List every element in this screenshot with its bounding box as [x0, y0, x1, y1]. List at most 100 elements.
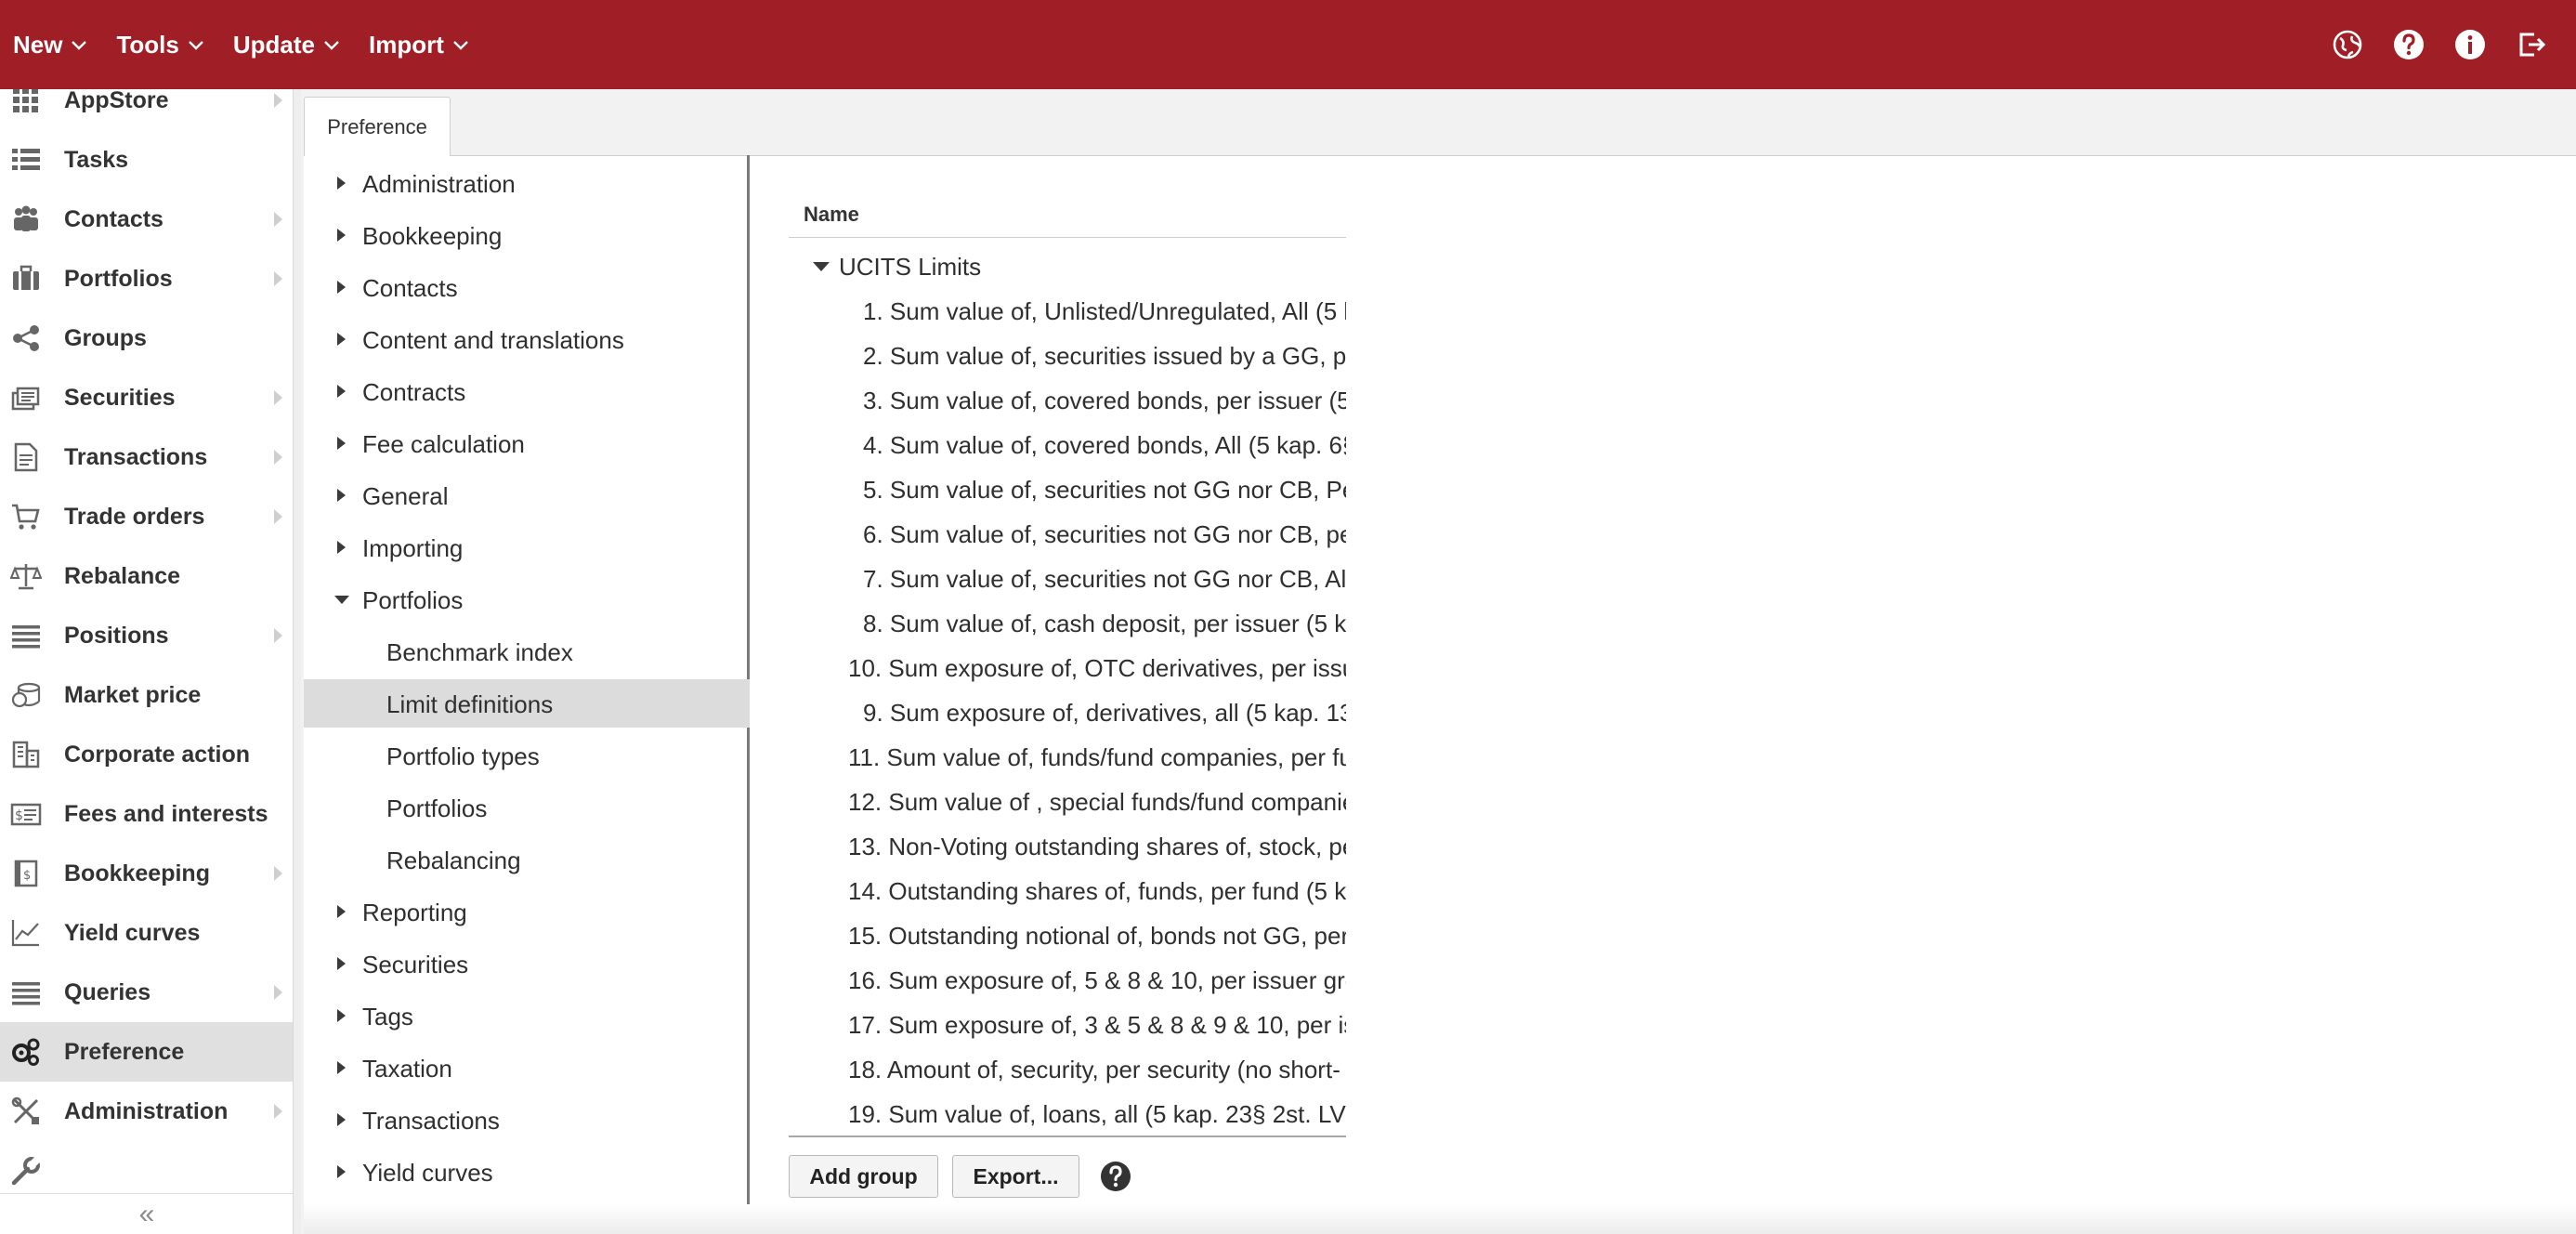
limit-row[interactable]: 7. Sum value of, securities not GG nor C…: [789, 556, 1346, 600]
sidebar-item-fees-and-interests[interactable]: $ Fees and interests: [0, 784, 293, 844]
caret-right-icon[interactable]: [337, 437, 346, 450]
limit-row[interactable]: 5. Sum value of, securities not GG nor C…: [789, 466, 1346, 511]
caret-right-icon[interactable]: [337, 333, 346, 346]
sidebar-scrollbar[interactable]: [294, 89, 301, 1234]
caret-right-icon[interactable]: [337, 905, 346, 918]
limit-row[interactable]: 10. Sum exposure of, OTC derivatives, pe…: [789, 645, 1346, 689]
tree-node-content-and-translations[interactable]: Content and translations: [304, 315, 750, 363]
document-icon: [9, 440, 43, 474]
sidebar-item-label: Securities: [64, 384, 176, 411]
group-ucits-limits[interactable]: UCITS Limits: [789, 243, 1346, 288]
tree-node-contracts[interactable]: Contracts: [304, 367, 750, 415]
limit-row[interactable]: 9. Sum exposure of, derivatives, all (5 …: [789, 689, 1346, 734]
tree-node-administration[interactable]: Administration: [304, 159, 750, 207]
tab-preference[interactable]: Preference: [304, 97, 451, 156]
globe-icon[interactable]: [2331, 28, 2364, 61]
limit-row[interactable]: 4. Sum value of, covered bonds, All (5 k…: [789, 422, 1346, 466]
caret-right-icon[interactable]: [337, 177, 346, 190]
tree-node-limit-definitions[interactable]: Limit definitions: [304, 679, 750, 728]
limit-row[interactable]: 17. Sum exposure of, 3 & 5 & 8 & 9 & 10,…: [789, 1002, 1346, 1046]
tree-node-tags[interactable]: Tags: [304, 991, 750, 1040]
export-button[interactable]: Export...: [952, 1155, 1079, 1198]
sidebar-item-transactions[interactable]: Transactions: [0, 427, 293, 487]
tree-node-benchmark-index[interactable]: Benchmark index: [304, 627, 750, 676]
tree-node-label: General: [362, 482, 449, 510]
caret-right-icon[interactable]: [337, 541, 346, 554]
building-icon: [9, 738, 43, 771]
sidebar-item-bookkeeping[interactable]: $ Bookkeeping: [0, 844, 293, 903]
limit-row[interactable]: 18. Amount of, security, per security (n…: [789, 1046, 1346, 1091]
sidebar-item-administration[interactable]: Administration: [0, 1082, 293, 1141]
help-icon[interactable]: [1100, 1161, 1131, 1192]
limit-row[interactable]: 8. Sum value of, cash deposit, per issue…: [789, 600, 1346, 645]
sidebar-item-settings[interactable]: [0, 1141, 293, 1201]
caret-right-icon[interactable]: [337, 1113, 346, 1126]
caret-right-icon[interactable]: [337, 957, 346, 970]
limit-row[interactable]: 12. Sum value of , special funds/fund co…: [789, 779, 1346, 823]
tree-node-portfolio-types[interactable]: Portfolio types: [304, 731, 750, 780]
tree-node-label: Portfolios: [386, 794, 488, 822]
caret-right-icon[interactable]: [337, 1061, 346, 1074]
sidebar-item-trade-orders[interactable]: Trade orders: [0, 487, 293, 546]
limit-row[interactable]: 15. Outstanding notional of, bonds not G…: [789, 912, 1346, 957]
name-column-header[interactable]: Name: [789, 193, 1346, 238]
caret-right-icon[interactable]: [337, 281, 346, 294]
tree-node-yield-curves[interactable]: Yield curves: [304, 1148, 750, 1196]
caret-right-icon[interactable]: [337, 385, 346, 398]
caret-right-icon[interactable]: [337, 229, 346, 242]
sidebar-item-corporate-action[interactable]: Corporate action: [0, 725, 293, 784]
tree-node-securities[interactable]: Securities: [304, 939, 750, 988]
tree-node-taxation[interactable]: Taxation: [304, 1044, 750, 1092]
limit-row[interactable]: 6. Sum value of, securities not GG nor C…: [789, 511, 1346, 556]
sidebar-item-positions[interactable]: Positions: [0, 606, 293, 665]
limit-row[interactable]: 19. Sum value of, loans, all (5 kap. 23§…: [789, 1091, 1346, 1136]
menu-tools[interactable]: Tools: [116, 31, 204, 59]
sidebar-item-groups[interactable]: Groups: [0, 308, 293, 368]
expand-arrow-icon[interactable]: [813, 262, 830, 271]
tree-node-fee-calculation[interactable]: Fee calculation: [304, 419, 750, 467]
caret-right-icon[interactable]: [337, 1009, 346, 1022]
tree-node-rebalancing[interactable]: Rebalancing: [304, 835, 750, 884]
collapse-sidebar-button[interactable]: «: [0, 1193, 293, 1234]
menu-new[interactable]: New: [13, 31, 88, 59]
sidebar-item-appstore[interactable]: AppStore: [0, 89, 293, 130]
sidebar-item-portfolios[interactable]: Portfolios: [0, 249, 293, 308]
tree-node-contacts[interactable]: Contacts: [304, 263, 750, 311]
chevron-right-icon: [274, 212, 282, 227]
limit-row[interactable]: 1. Sum value of, Unlisted/Unregulated, A…: [789, 288, 1346, 333]
footer-shade: [304, 1204, 2576, 1234]
tree-node-transactions[interactable]: Transactions: [304, 1096, 750, 1144]
tree-node-portfolios[interactable]: Portfolios: [304, 783, 750, 832]
logout-icon[interactable]: [2515, 28, 2548, 61]
sidebar-item-contacts[interactable]: Contacts: [0, 190, 293, 249]
limit-row[interactable]: 16. Sum exposure of, 5 & 8 & 10, per iss…: [789, 957, 1346, 1002]
caret-right-icon[interactable]: [337, 1165, 346, 1178]
sidebar-item-rebalance[interactable]: Rebalance: [0, 546, 293, 606]
limit-row[interactable]: 3. Sum value of, covered bonds, per issu…: [789, 377, 1346, 422]
add-group-button[interactable]: Add group: [789, 1155, 938, 1198]
sidebar-item-yield-curves[interactable]: Yield curves: [0, 903, 293, 963]
menu-update[interactable]: Update: [233, 31, 341, 59]
limit-label: 12. Sum value of , special funds/fund co…: [848, 788, 1346, 816]
list-icon: [9, 143, 43, 177]
tree-node-portfolios[interactable]: Portfolios: [304, 575, 750, 624]
sidebar-item-market-price[interactable]: Market price: [0, 665, 293, 725]
limit-row[interactable]: 14. Outstanding shares of, funds, per fu…: [789, 868, 1346, 912]
limit-row[interactable]: 11. Sum value of, funds/fund companies, …: [789, 734, 1346, 779]
help-icon[interactable]: [2392, 28, 2426, 61]
sidebar-item-preference[interactable]: Preference: [0, 1022, 293, 1082]
tree-node-general[interactable]: General: [304, 471, 750, 519]
sidebar-item-queries[interactable]: Queries: [0, 963, 293, 1022]
limit-label: 5. Sum value of, securities not GG nor C…: [863, 476, 1346, 504]
tree-node-reporting[interactable]: Reporting: [304, 887, 750, 936]
caret-right-icon[interactable]: [337, 489, 346, 502]
sidebar-item-securities[interactable]: Securities: [0, 368, 293, 427]
tree-node-bookkeeping[interactable]: Bookkeeping: [304, 211, 750, 259]
tree-node-importing[interactable]: Importing: [304, 523, 750, 571]
info-icon[interactable]: [2453, 28, 2487, 61]
menu-import[interactable]: Import: [369, 31, 470, 59]
sidebar-item-tasks[interactable]: Tasks: [0, 130, 293, 190]
caret-down-icon[interactable]: [334, 596, 349, 604]
limit-row[interactable]: 13. Non-Voting outstanding shares of, st…: [789, 823, 1346, 868]
limit-row[interactable]: 2. Sum value of, securities issued by a …: [789, 333, 1346, 377]
